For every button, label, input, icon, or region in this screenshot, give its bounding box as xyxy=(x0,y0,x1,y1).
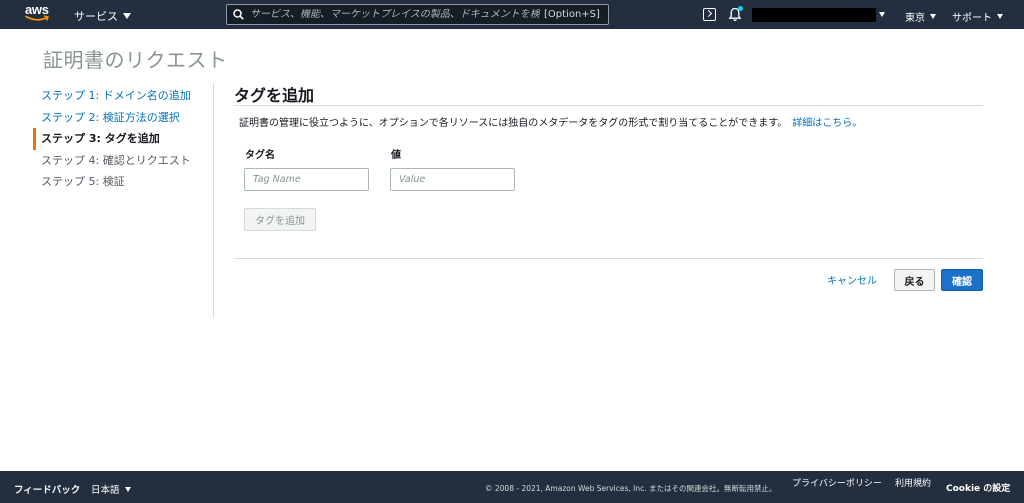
tag-value-input[interactable] xyxy=(390,168,515,191)
tag-name-column-header: タグ名 xyxy=(245,150,275,161)
tag-name-input[interactable] xyxy=(244,168,369,191)
region-label: 東京 xyxy=(905,13,925,24)
cancel-link[interactable]: キャンセル xyxy=(827,272,877,287)
search-input[interactable] xyxy=(250,9,540,20)
value-column-header: 値 xyxy=(391,150,401,161)
caret-down-icon xyxy=(124,486,131,492)
language-label: 日本語 xyxy=(91,485,120,496)
privacy-policy-link[interactable]: プライバシーポリシー xyxy=(792,476,882,489)
step-4-review-request: ステップ 4: 確認とリクエスト xyxy=(41,153,191,167)
description-body: 証明書の管理に役立つように、オプションで各リソースには独自のメタデータをタグの形… xyxy=(239,118,788,129)
confirm-button[interactable]: 確認 xyxy=(941,269,983,291)
language-selector[interactable]: 日本語 xyxy=(91,482,131,496)
description-text: 証明書の管理に役立つように、オプションで各リソースには独自のメタデータをタグの形… xyxy=(239,114,862,129)
search-icon xyxy=(233,9,244,20)
support-menu[interactable]: サポート xyxy=(952,9,1003,24)
caret-down-icon xyxy=(930,14,936,19)
account-menu-redacted[interactable] xyxy=(752,8,876,22)
notification-dot xyxy=(738,6,743,11)
feedback-link[interactable]: フィードバック xyxy=(14,482,80,496)
copyright-text: © 2008 - 2021, Amazon Web Services, Inc.… xyxy=(485,484,777,493)
caret-down-icon xyxy=(123,13,131,19)
page-title: 証明書のリクエスト xyxy=(43,48,228,72)
terms-link[interactable]: 利用規約 xyxy=(895,476,931,489)
region-selector[interactable]: 東京 xyxy=(905,9,936,24)
vertical-divider xyxy=(213,83,214,318)
search-shortcut-hint: [Option+S] xyxy=(544,9,600,20)
support-label: サポート xyxy=(952,13,992,24)
caret-down-icon xyxy=(879,12,885,17)
footer: フィードバック 日本語 © 2008 - 2021, Amazon Web Se… xyxy=(0,471,1024,503)
cookie-settings-link[interactable]: Cookie の設定 xyxy=(946,481,1010,494)
top-navigation-bar: aws サービス [Option+S] 東京 サポート xyxy=(0,0,1024,29)
section-title: タグを追加 xyxy=(234,86,315,105)
services-menu[interactable]: サービス xyxy=(74,8,131,24)
step-1-add-domain[interactable]: ステップ 1: ドメイン名の追加 xyxy=(33,85,213,107)
step-3-add-tags: ステップ 3: タグを追加 xyxy=(33,128,213,150)
actions-divider xyxy=(234,258,983,259)
details-link[interactable]: 詳細はこちら。 xyxy=(792,118,862,129)
step-5-validation: ステップ 5: 検証 xyxy=(41,175,125,188)
step-2-validation-method[interactable]: ステップ 2: 検証方法の選択 xyxy=(33,107,213,129)
caret-down-icon xyxy=(997,14,1003,19)
section-divider xyxy=(234,105,983,106)
wizard-steps: ステップ 1: ドメイン名の追加 ステップ 2: 検証方法の選択 ステップ 3:… xyxy=(33,85,213,193)
services-label: サービス xyxy=(74,10,118,23)
aws-logo[interactable]: aws xyxy=(25,3,51,25)
search-bar[interactable]: [Option+S] xyxy=(226,4,609,25)
aws-logo-text: aws xyxy=(25,2,49,17)
add-tag-button[interactable]: タグを追加 xyxy=(244,208,316,231)
cloudshell-icon[interactable] xyxy=(703,8,716,21)
back-button[interactable]: 戻る xyxy=(894,269,935,291)
